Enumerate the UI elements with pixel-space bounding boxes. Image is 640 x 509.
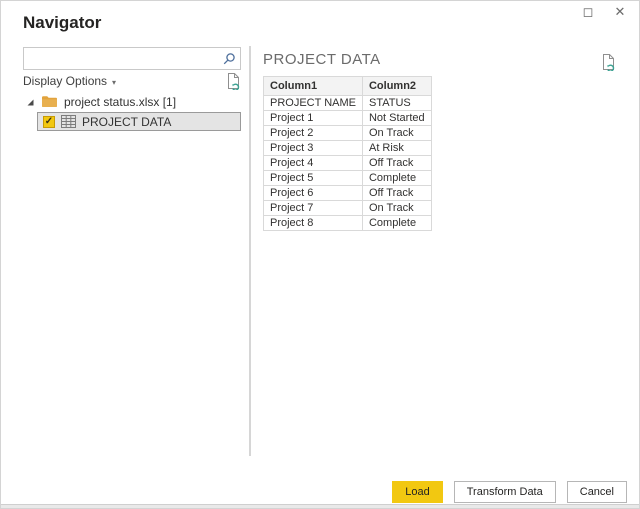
tree-item-workbook[interactable]: project status.xlsx [1] [23,93,241,110]
search-icon [222,52,236,66]
table-icon [61,115,76,128]
table-row: Project 5 Complete [263,170,432,186]
tree-item-label: project status.xlsx [1] [64,94,177,109]
table-cell: Project 6 [263,185,363,201]
table-cell: At Risk [361,140,432,156]
project-data-checkbox[interactable]: ✓ [43,115,55,128]
search-button[interactable] [218,48,240,69]
table-row: Project 3 At Risk [263,140,432,156]
table-row: Project 8 Complete [263,215,432,231]
table-cell: Project 7 [263,200,363,216]
column-header: Column2 [361,76,432,96]
pane-divider [249,46,251,456]
table-cell: Project 2 [263,125,363,141]
refresh-preview-button[interactable] [601,53,616,71]
checkmark-icon: ✓ [44,115,54,127]
footer-buttons: Load Transform Data Cancel [392,481,627,503]
maximize-icon: ◻ [582,4,594,19]
table-cell: STATUS [361,95,432,111]
maximize-button[interactable]: ◻ [579,3,597,21]
search-box [23,47,241,70]
table-cell: Off Track [361,185,432,201]
table-cell: Project 3 [263,140,363,156]
file-refresh-icon [601,53,616,71]
close-icon: ✕ [614,4,626,19]
table-row: Project 4 Off Track [263,155,432,171]
table-cell: On Track [361,200,432,216]
table-row: Project 7 On Track [263,200,432,216]
refresh-source-button[interactable] [226,72,241,90]
table-cell: Project 8 [263,215,363,231]
table-row: Project 6 Off Track [263,185,432,201]
page-title: Navigator [23,13,102,32]
navigation-tree: project status.xlsx [1] ✓ PROJECT DATA [23,93,241,131]
tree-item-label: PROJECT DATA [82,114,172,129]
display-options-row: Display Options ▾ [23,70,241,92]
table-cell: Project 4 [263,155,363,171]
table-cell: Complete [361,170,432,186]
column-header: Column1 [263,76,363,96]
chevron-down-icon: ▾ [112,77,117,87]
table-header-row: Column1 Column2 [263,76,432,96]
table-cell: Complete [361,215,432,231]
load-button[interactable]: Load [392,481,443,503]
display-options-label: Display Options [23,74,108,88]
table-cell: On Track [361,125,432,141]
table-cell: Not Started [361,110,432,126]
folder-icon [41,95,58,108]
table-row: Project 1 Not Started [263,110,432,126]
cancel-button[interactable]: Cancel [566,481,627,503]
table-cell: Project 1 [263,110,363,126]
table-cell: Project 5 [263,170,363,186]
window-controls: ◻ ✕ [579,3,629,21]
close-button[interactable]: ✕ [611,3,629,21]
tree-item-project-data[interactable]: ✓ PROJECT DATA [37,112,241,131]
table-row: Project 2 On Track [263,125,432,141]
table-cell: PROJECT NAME [263,95,363,111]
search-input[interactable] [24,48,218,69]
file-refresh-icon [226,72,241,90]
table-row: PROJECT NAME STATUS [263,95,432,111]
table-cell: Off Track [361,155,432,171]
navigator-dialog: Navigator ◻ ✕ Display Options ▾ project … [0,0,640,509]
window-bottom-edge [1,504,639,508]
tree-expand-icon[interactable] [25,97,35,107]
preview-title: PROJECT DATA [263,51,381,68]
display-options-dropdown[interactable]: Display Options ▾ [23,74,116,88]
preview-table: Column1 Column2 PROJECT NAME STATUS Project… [263,76,432,231]
transform-data-button[interactable]: Transform Data [453,481,556,503]
